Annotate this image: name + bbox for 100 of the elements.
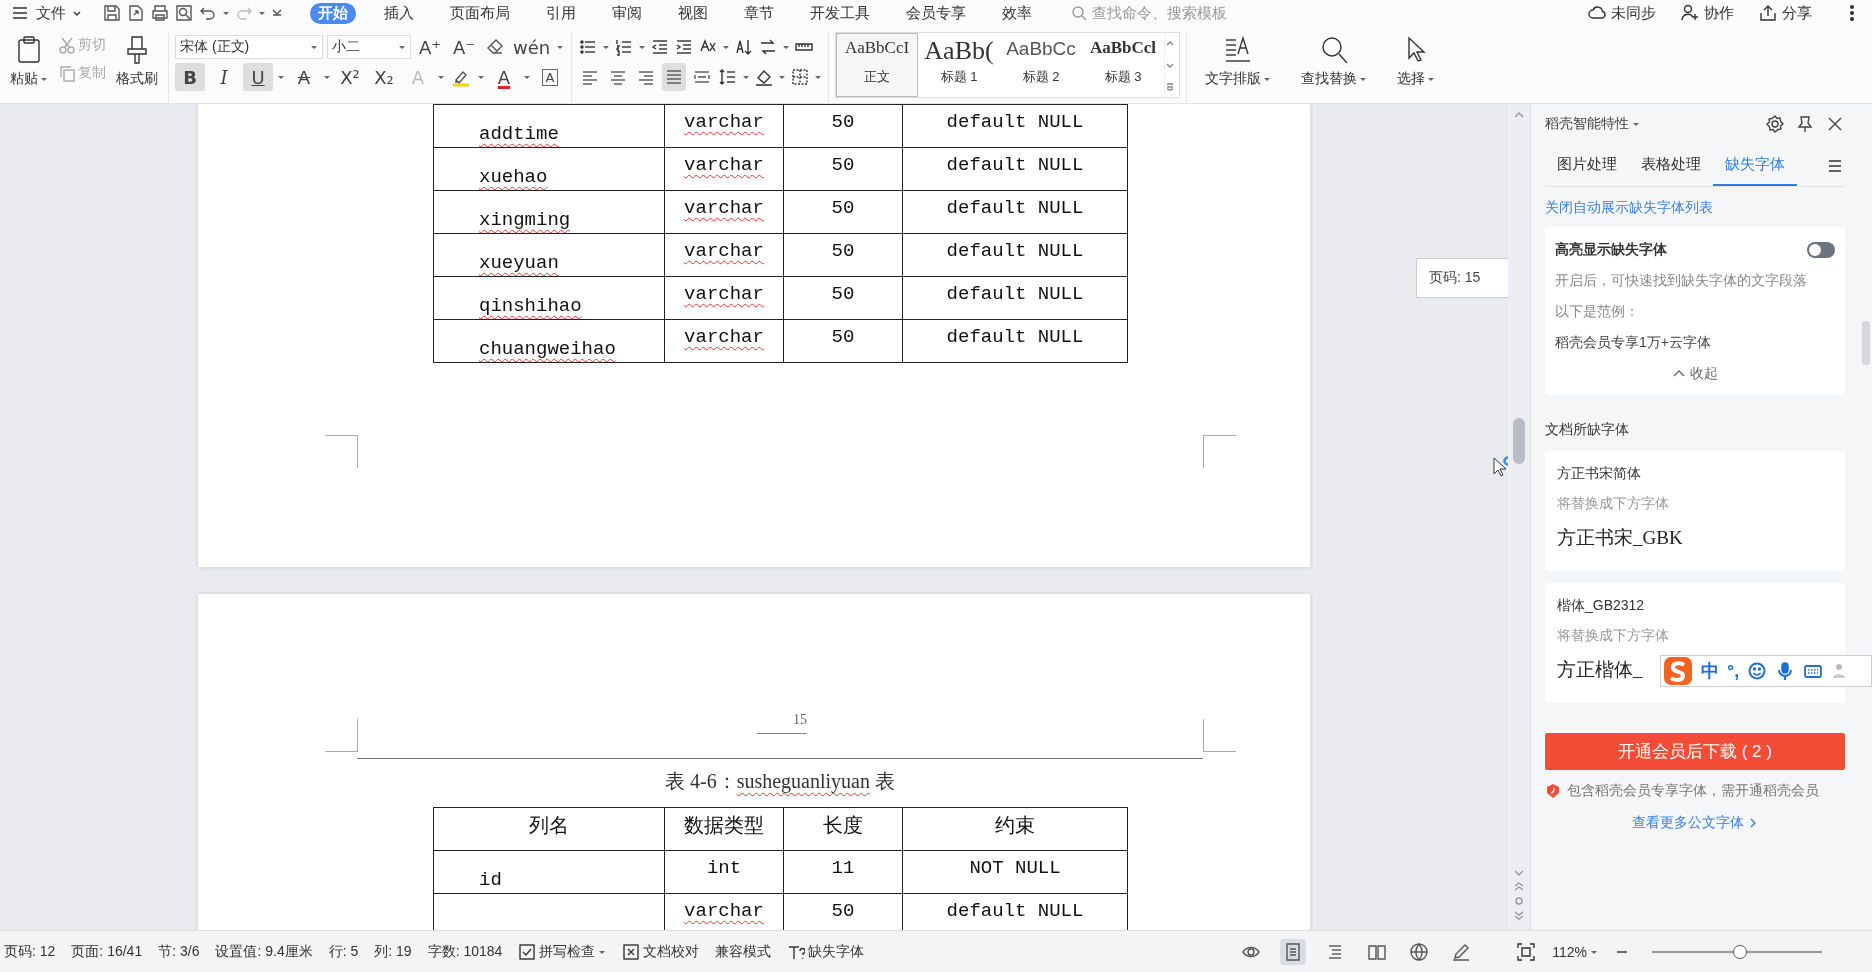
- format-button[interactable]: A: [489, 63, 519, 91]
- person-add-icon[interactable]: [1680, 3, 1700, 23]
- collapse-link[interactable]: 收起: [1690, 365, 1718, 383]
- shading-icon[interactable]: [754, 67, 774, 87]
- panel-tab[interactable]: 图片处理: [1545, 155, 1629, 186]
- panel-scrollbar[interactable]: [1862, 321, 1870, 365]
- print-icon[interactable]: [150, 3, 170, 23]
- outdent-icon[interactable]: [650, 37, 670, 57]
- pin-icon[interactable]: [1795, 114, 1815, 134]
- caret-icon[interactable]: [602, 43, 610, 51]
- justify-icon[interactable]: [664, 67, 684, 87]
- caret-icon[interactable]: [523, 73, 531, 81]
- font-tool-button[interactable]: A⁺: [415, 33, 445, 61]
- save-icon[interactable]: [102, 3, 122, 23]
- panel-tab[interactable]: 表格处理: [1629, 155, 1713, 186]
- sort-icon[interactable]: [734, 37, 754, 57]
- bullet-list-icon[interactable]: [578, 37, 598, 57]
- slider-handle[interactable]: [1733, 944, 1748, 959]
- caret-icon[interactable]: [1359, 75, 1367, 83]
- download-button[interactable]: 开通会员后下载 ( 2 ): [1545, 733, 1845, 770]
- ribbon-tool-button[interactable]: 选择: [1397, 70, 1425, 88]
- status-item[interactable]: 文档校对: [643, 942, 700, 961]
- font-family-field[interactable]: 宋体 (正文): [175, 35, 323, 59]
- ribbon-tool-button[interactable]: 文字排版: [1205, 70, 1261, 88]
- font-tool-button[interactable]: wén: [511, 33, 553, 61]
- punctuation-mode[interactable]: °,: [1727, 660, 1740, 682]
- borders-icon[interactable]: [790, 67, 810, 87]
- eraser-icon[interactable]: [485, 37, 505, 57]
- ribbon-tab[interactable]: 插入: [376, 2, 422, 24]
- fit-window-icon[interactable]: [1516, 941, 1537, 962]
- toolbar-action[interactable]: 协作: [1704, 3, 1734, 23]
- caret-icon[interactable]: [323, 73, 331, 81]
- expand-icon[interactable]: [1165, 81, 1175, 92]
- format-button[interactable]: X²: [335, 63, 365, 91]
- style-preset[interactable]: AaBbCcI 正文: [836, 33, 918, 97]
- chevron-right-icon[interactable]: [1748, 817, 1758, 829]
- status-item[interactable]: 缺失字体: [808, 942, 865, 961]
- font-tool-button[interactable]: A⁻: [449, 33, 479, 61]
- caret-icon[interactable]: [437, 73, 445, 81]
- format-button[interactable]: A: [289, 63, 319, 91]
- file-menu[interactable]: 文件: [36, 3, 66, 23]
- ribbon-tab[interactable]: 开发工具: [802, 2, 878, 24]
- style-preset[interactable]: AaBbCc 标题 2: [1000, 33, 1082, 97]
- toolbar-action[interactable]: 未同步: [1611, 3, 1656, 23]
- more-fonts-link[interactable]: 查看更多公文字体: [1632, 814, 1744, 832]
- preview-icon[interactable]: [174, 3, 194, 23]
- share-icon[interactable]: [1758, 3, 1778, 23]
- numbered-list-icon[interactable]: [614, 37, 634, 57]
- globe-icon[interactable]: [1409, 941, 1430, 962]
- toggle-list-link[interactable]: 关闭自动展示缺失字体列表: [1545, 199, 1713, 215]
- caret-icon[interactable]: [1427, 75, 1435, 83]
- input-method-logo-icon[interactable]: [1663, 656, 1693, 686]
- caret-icon[interactable]: [277, 73, 285, 81]
- ribbon-tab[interactable]: 审阅: [604, 2, 650, 24]
- ribbon-tab[interactable]: 页面布局: [442, 2, 518, 24]
- caret-icon[interactable]: [782, 43, 790, 51]
- caret-icon[interactable]: [722, 43, 730, 51]
- convert-icon[interactable]: [758, 37, 778, 57]
- panel-tab[interactable]: 缺失字体: [1713, 155, 1797, 186]
- proofread-icon[interactable]: [622, 942, 641, 961]
- toggle-switch[interactable]: [1807, 242, 1835, 258]
- ribbon-tab[interactable]: 章节: [736, 2, 782, 24]
- caret-icon[interactable]: [1263, 75, 1271, 83]
- line-spacing-icon[interactable]: [718, 67, 738, 87]
- export-icon[interactable]: [126, 3, 146, 23]
- status-item[interactable]: 拼写检查: [539, 942, 596, 961]
- scroll-thumb[interactable]: [1513, 418, 1525, 464]
- format-button[interactable]: A: [535, 63, 565, 91]
- style-preset[interactable]: AaBbCcl 标题 3: [1082, 33, 1164, 97]
- caret-icon[interactable]: [556, 43, 565, 51]
- ribbon-tab[interactable]: 引用: [538, 2, 584, 24]
- caret-icon[interactable]: [814, 73, 822, 81]
- ribbon-tool-button[interactable]: 查找替换: [1301, 70, 1357, 88]
- font-size-field[interactable]: 小二: [327, 35, 411, 59]
- ribbon-tab[interactable]: 效率: [994, 2, 1040, 24]
- format-painter-button[interactable]: 格式刷: [116, 70, 158, 88]
- indent-icon[interactable]: [674, 37, 694, 57]
- caret-icon[interactable]: [258, 9, 266, 17]
- caret-icon[interactable]: [742, 73, 750, 81]
- format-button[interactable]: X₂: [369, 63, 399, 91]
- format-button[interactable]: I: [209, 63, 239, 91]
- panel-title[interactable]: 稻壳智能特性: [1545, 115, 1629, 133]
- ribbon-tab[interactable]: 视图: [670, 2, 716, 24]
- checkbox-icon[interactable]: [518, 942, 537, 961]
- style-preset[interactable]: AaBb( 标题 1: [918, 33, 1000, 97]
- input-mode[interactable]: 中: [1701, 659, 1719, 683]
- paste-button[interactable]: 粘贴: [10, 70, 38, 88]
- toolbar-action[interactable]: 分享: [1782, 3, 1812, 23]
- caret-icon[interactable]: [1632, 120, 1640, 128]
- caret-icon[interactable]: [40, 75, 48, 83]
- vertical-scrollbar[interactable]: [1508, 104, 1530, 930]
- caret-icon[interactable]: [222, 9, 230, 17]
- ribbon-tab[interactable]: 会员专享: [898, 2, 974, 24]
- format-button[interactable]: B: [175, 63, 205, 91]
- caret-icon[interactable]: [778, 73, 786, 81]
- caret-icon[interactable]: [477, 73, 485, 81]
- settings-icon[interactable]: [1765, 114, 1785, 134]
- zoom-level[interactable]: 112%: [1552, 943, 1587, 960]
- emoji-icon[interactable]: [1747, 661, 1768, 681]
- caret-icon[interactable]: [638, 43, 646, 51]
